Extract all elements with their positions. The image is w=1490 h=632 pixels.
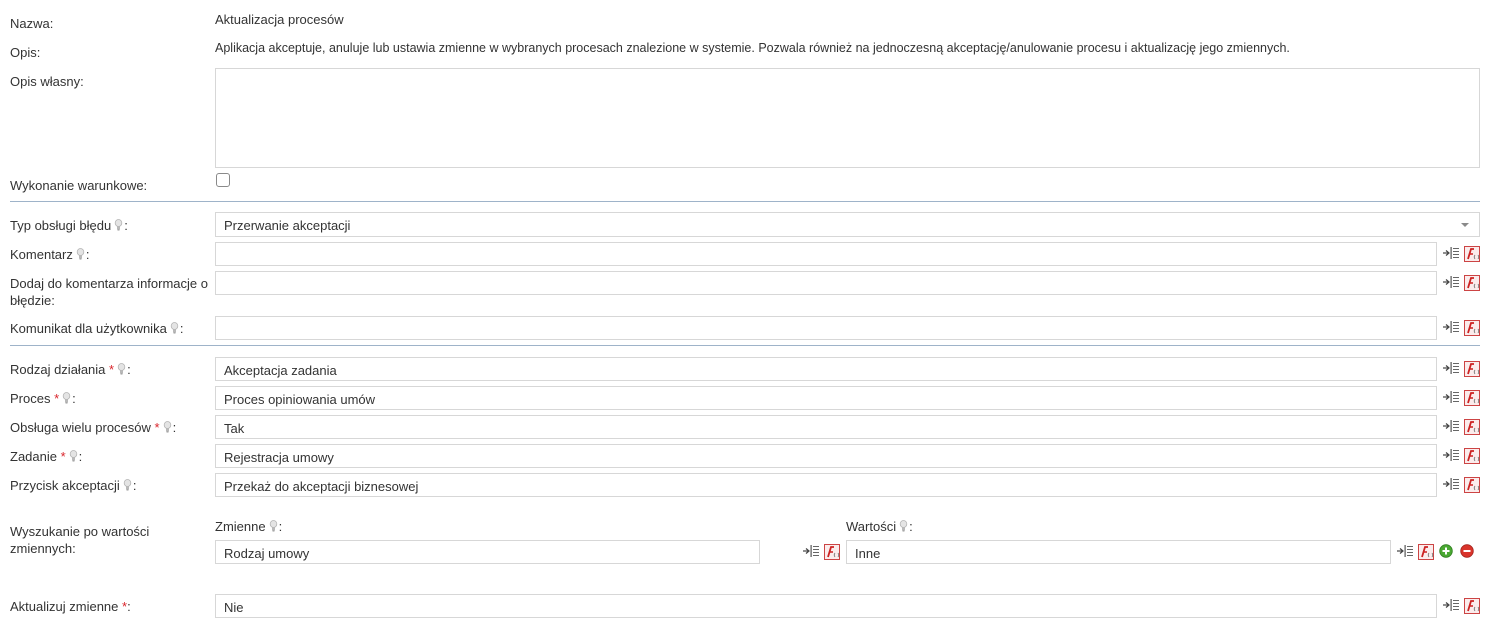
przycisk-input[interactable]: Przekaż do akceptacji biznesowej (215, 473, 1437, 497)
rodzaj-input[interactable]: Akceptacja zadania (215, 357, 1437, 381)
nazwa-label: Nazwa: (10, 16, 54, 31)
hint-bulb-icon[interactable] (269, 520, 278, 532)
proces-actions (1442, 390, 1482, 406)
function-editor-icon[interactable] (1464, 448, 1480, 464)
typ-obslugi-select[interactable]: Przerwanie akceptacji (215, 212, 1480, 237)
hint-bulb-icon[interactable] (69, 450, 78, 462)
dodaj-info-actions (1442, 275, 1482, 291)
opis-label: Opis: (10, 45, 41, 60)
zadanie-actions (1442, 448, 1482, 464)
zadanie-input[interactable]: Rejestracja umowy (215, 444, 1437, 468)
function-editor-icon[interactable] (1464, 419, 1480, 435)
section-divider-2 (10, 345, 1480, 346)
komentarz-label: Komentarz: (10, 247, 90, 262)
function-editor-icon[interactable] (1464, 361, 1480, 377)
insert-variable-icon[interactable] (1442, 477, 1460, 491)
nazwa-value: Aktualizacja procesów (215, 12, 344, 27)
insert-variable-icon[interactable] (1442, 361, 1460, 375)
wykonanie-warunkowe-checkbox[interactable] (216, 173, 230, 187)
function-editor-icon[interactable] (1418, 544, 1434, 560)
zmienne-actions (802, 544, 842, 560)
aktualizuj-input[interactable]: Nie (215, 594, 1437, 618)
function-editor-icon[interactable] (1464, 477, 1480, 493)
aktualizuj-label: Aktualizuj zmienne *: (10, 599, 131, 614)
wartosci-actions (1396, 544, 1476, 560)
required-star: * (154, 420, 160, 435)
komentarz-actions (1442, 246, 1482, 262)
function-editor-icon[interactable] (1464, 598, 1480, 614)
function-editor-icon[interactable] (1464, 246, 1480, 262)
dropdown-arrow-icon (1461, 223, 1469, 227)
insert-variable-icon[interactable] (1442, 598, 1460, 612)
section-divider-1 (10, 201, 1480, 202)
dodaj-info-label: Dodaj do komentarza informacje o błędzie… (10, 276, 208, 308)
hint-bulb-icon[interactable] (62, 392, 71, 404)
proces-label: Proces *: (10, 391, 76, 406)
insert-variable-icon[interactable] (1442, 448, 1460, 462)
obsluga-actions (1442, 419, 1482, 435)
function-editor-icon[interactable] (1464, 390, 1480, 406)
required-star: * (54, 391, 60, 406)
insert-variable-icon[interactable] (1442, 390, 1460, 404)
insert-variable-icon[interactable] (1442, 419, 1460, 433)
komunikat-label: Komunikat dla użytkownika: (10, 321, 184, 336)
insert-variable-icon[interactable] (1396, 544, 1414, 558)
hint-bulb-icon[interactable] (170, 322, 179, 334)
required-star: * (60, 449, 66, 464)
function-editor-icon[interactable] (1464, 320, 1480, 336)
hint-bulb-icon[interactable] (76, 248, 85, 260)
function-editor-icon[interactable] (1464, 275, 1480, 291)
function-editor-icon[interactable] (824, 544, 840, 560)
komentarz-input[interactable] (215, 242, 1437, 266)
opis-value: Aplikacja akceptuje, anuluje lub ustawia… (215, 41, 1290, 55)
proces-input[interactable]: Proces opiniowania umów (215, 386, 1437, 410)
komunikat-input[interactable] (215, 316, 1437, 340)
insert-variable-icon[interactable] (1442, 320, 1460, 334)
wartosci-header: Wartości: (846, 519, 913, 534)
aktualizuj-actions (1442, 598, 1482, 614)
typ-obslugi-label: Typ obsługi błędu: (10, 218, 128, 233)
wartosci-input[interactable]: Inne (846, 540, 1391, 564)
opis-wlasny-textarea[interactable] (215, 68, 1480, 168)
insert-variable-icon[interactable] (1442, 246, 1460, 260)
zadanie-label: Zadanie *: (10, 449, 83, 464)
rodzaj-label: Rodzaj działania *: (10, 362, 131, 377)
obsluga-label: Obsługa wielu procesów *: (10, 420, 177, 435)
insert-variable-icon[interactable] (1442, 275, 1460, 289)
hint-bulb-icon[interactable] (163, 421, 172, 433)
komunikat-actions (1442, 320, 1482, 336)
hint-bulb-icon[interactable] (117, 363, 126, 375)
dodaj-info-input[interactable] (215, 271, 1437, 295)
hint-bulb-icon[interactable] (899, 520, 908, 532)
wyszukanie-label: Wyszukanie po wartości zmiennych: (10, 524, 150, 556)
hint-bulb-icon[interactable] (114, 219, 123, 231)
zmienne-input[interactable]: Rodzaj umowy (215, 540, 760, 564)
hint-bulb-icon[interactable] (123, 479, 132, 491)
zmienne-header: Zmienne: (215, 519, 283, 534)
obsluga-input[interactable]: Tak (215, 415, 1437, 439)
add-row-icon[interactable] (1439, 544, 1453, 558)
required-star: * (109, 362, 115, 377)
opis-wlasny-label: Opis własny: (10, 74, 84, 89)
remove-row-icon[interactable] (1460, 544, 1474, 558)
insert-variable-icon[interactable] (802, 544, 820, 558)
rodzaj-actions (1442, 361, 1482, 377)
wykonanie-warunkowe-label: Wykonanie warunkowe: (10, 178, 148, 193)
przycisk-label: Przycisk akceptacji: (10, 478, 137, 493)
przycisk-actions (1442, 477, 1482, 493)
